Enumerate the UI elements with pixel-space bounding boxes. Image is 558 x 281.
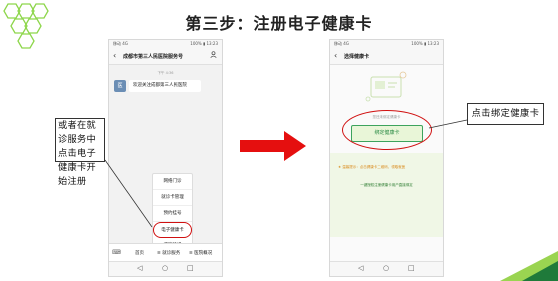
callout-leader-line-right xyxy=(428,119,468,129)
